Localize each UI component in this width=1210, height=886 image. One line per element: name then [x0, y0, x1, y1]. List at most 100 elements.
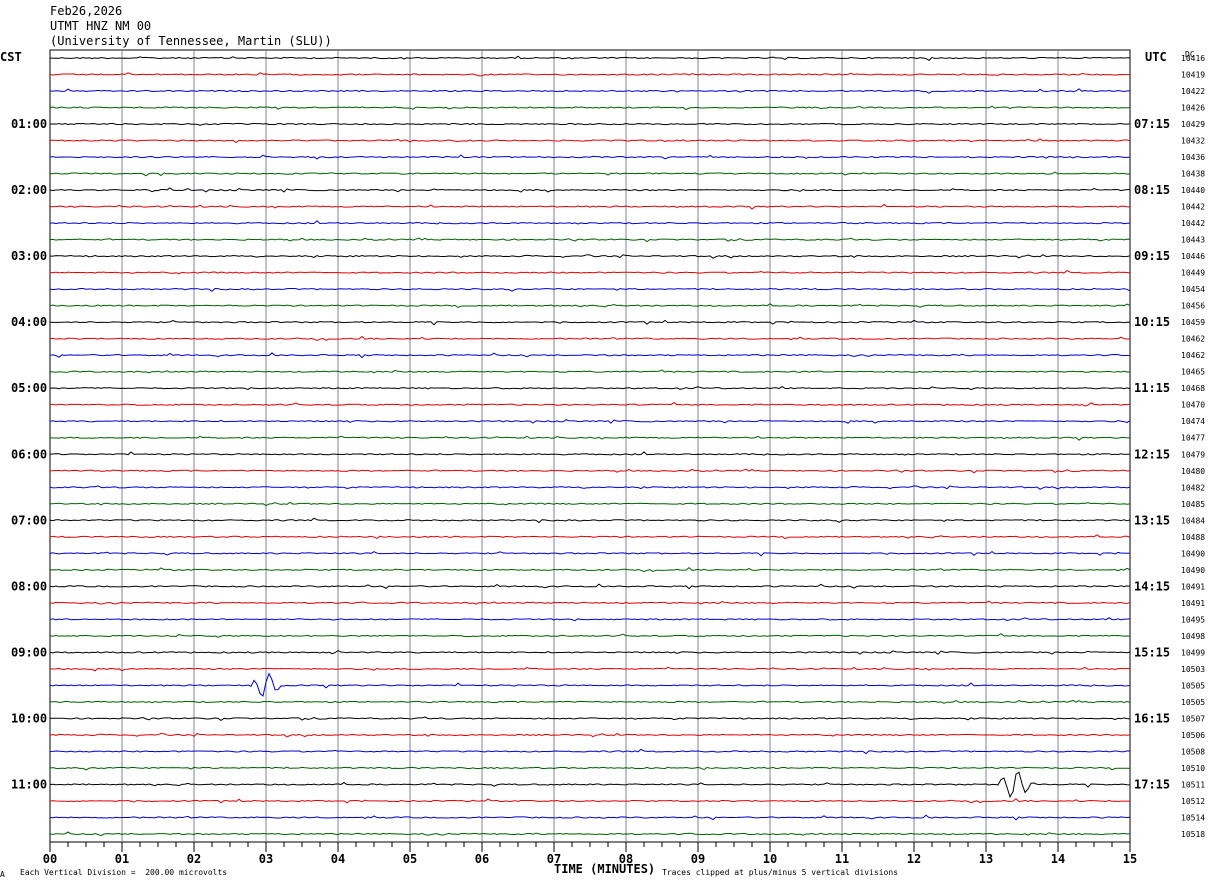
seismic-trace — [49, 55, 1131, 61]
left-time-label: 04:00 — [11, 315, 47, 329]
seismic-trace — [49, 352, 1131, 359]
dc-offset-label: 10482 — [1181, 483, 1205, 492]
dc-offset-label: 10490 — [1181, 566, 1205, 575]
seismic-trace — [49, 649, 1131, 655]
left-time-label: 09:00 — [11, 645, 47, 659]
seismic-trace — [49, 672, 1131, 697]
seismic-trace — [49, 386, 1131, 391]
x-tick-label: 15 — [1123, 852, 1137, 866]
seismic-trace — [49, 237, 1131, 243]
dc-offset-label: 10438 — [1181, 170, 1205, 179]
dc-offset-label: 10477 — [1181, 434, 1205, 443]
left-time-label: 06:00 — [11, 447, 47, 461]
dc-offset-label: 10440 — [1181, 186, 1205, 195]
seismic-trace — [49, 138, 1131, 144]
x-tick-label: 01 — [115, 852, 129, 866]
seismic-trace — [49, 748, 1131, 755]
dc-offset-label: 10426 — [1181, 104, 1205, 113]
seismic-trace — [49, 633, 1131, 638]
dc-offset-label: 10442 — [1181, 203, 1205, 212]
seismic-trace — [49, 566, 1131, 573]
seismic-trace — [49, 401, 1131, 407]
right-time-label: 15:15 — [1134, 645, 1170, 659]
dc-offset-label: 10491 — [1181, 599, 1205, 608]
seismic-trace — [49, 798, 1131, 804]
right-time-label: 16:15 — [1134, 711, 1170, 725]
dc-offset-label: 10449 — [1181, 269, 1205, 278]
seismic-trace — [49, 220, 1131, 225]
right-time-label: 11:15 — [1134, 381, 1170, 395]
right-time-label: 17:15 — [1134, 777, 1170, 791]
dc-offset-label: 10498 — [1181, 632, 1205, 641]
dc-offset-label: 10507 — [1181, 714, 1205, 723]
seismic-trace — [49, 72, 1131, 77]
left-time-label: 05:00 — [11, 381, 47, 395]
dc-offset-label: 10459 — [1181, 318, 1205, 327]
seismic-trace — [49, 287, 1131, 292]
right-time-label: 10:15 — [1134, 315, 1170, 329]
left-time-label: 10:00 — [11, 711, 47, 725]
seismic-trace — [49, 451, 1131, 456]
seismic-trace — [49, 766, 1131, 771]
seismic-trace — [49, 771, 1131, 799]
vertical-scale-note: Each Vertical Division = 200.00 microvol… — [20, 868, 228, 877]
seismic-trace — [49, 203, 1131, 210]
seismic-trace — [49, 88, 1131, 94]
seismic-trace — [49, 501, 1131, 507]
seismic-trace — [49, 171, 1131, 177]
x-tick-label: 06 — [475, 852, 489, 866]
x-tick-label: 04 — [331, 852, 345, 866]
right-time-label: 12:15 — [1134, 447, 1170, 461]
seismic-trace — [49, 600, 1131, 605]
dc-offset-label: 10465 — [1181, 368, 1205, 377]
x-axis-title: TIME (MINUTES) — [554, 862, 656, 876]
x-tick-label: 10 — [763, 852, 777, 866]
dc-offset-label: 10436 — [1181, 153, 1205, 162]
dc-offset-label: 10506 — [1181, 731, 1205, 740]
dc-offset-label: 10518 — [1181, 830, 1205, 839]
x-tick-label: 02 — [187, 852, 201, 866]
seismic-trace — [49, 122, 1131, 126]
dc-offset-label: 10505 — [1181, 681, 1205, 690]
left-time-label: 02:00 — [11, 183, 47, 197]
seismic-trace — [49, 617, 1131, 622]
seismic-trace — [49, 666, 1131, 672]
seismic-trace — [49, 335, 1131, 341]
dc-offset-label: 10490 — [1181, 549, 1205, 558]
dc-offset-label: 10512 — [1181, 797, 1205, 806]
seismic-trace — [49, 551, 1131, 557]
x-tick-label: 00 — [43, 852, 57, 866]
dc-offset-label: 10446 — [1181, 252, 1205, 261]
left-time-label: 07:00 — [11, 513, 47, 527]
dc-offset-label: 10462 — [1181, 335, 1205, 344]
seismic-trace — [49, 699, 1131, 704]
dc-offset-label: 10456 — [1181, 302, 1205, 311]
seismic-trace — [49, 435, 1131, 441]
seismic-trace — [49, 303, 1131, 309]
seismic-trace — [49, 583, 1131, 590]
dc-offset-label: 10416 — [1181, 54, 1205, 63]
dc-offset-label: 10432 — [1181, 137, 1205, 146]
dc-offset-label: 10484 — [1181, 516, 1205, 525]
seismic-trace — [49, 319, 1131, 326]
dc-offset-label: 10488 — [1181, 533, 1205, 542]
dc-offset-label: 10491 — [1181, 582, 1205, 591]
x-tick-label: 05 — [403, 852, 417, 866]
dc-offset-label: 10470 — [1181, 401, 1205, 410]
x-tick-label: 14 — [1051, 852, 1065, 866]
dc-offset-label: 10511 — [1181, 780, 1205, 789]
dc-offset-label: 10419 — [1181, 71, 1205, 80]
seismic-trace — [49, 716, 1131, 722]
dc-offset-label: 10508 — [1181, 747, 1205, 756]
dc-offset-label: 10505 — [1181, 698, 1205, 707]
x-tick-label: 13 — [979, 852, 993, 866]
scale-marker: A — [0, 870, 5, 879]
dc-offset-label: 10499 — [1181, 648, 1205, 657]
seismic-trace — [49, 534, 1131, 540]
dc-offset-label: 10442 — [1181, 219, 1205, 228]
x-tick-label: 11 — [835, 852, 849, 866]
right-time-label: 13:15 — [1134, 513, 1170, 527]
clip-note: Traces clipped at plus/minus 5 vertical … — [662, 868, 899, 877]
seismic-trace — [49, 369, 1131, 374]
dc-offset-label: 10503 — [1181, 665, 1205, 674]
